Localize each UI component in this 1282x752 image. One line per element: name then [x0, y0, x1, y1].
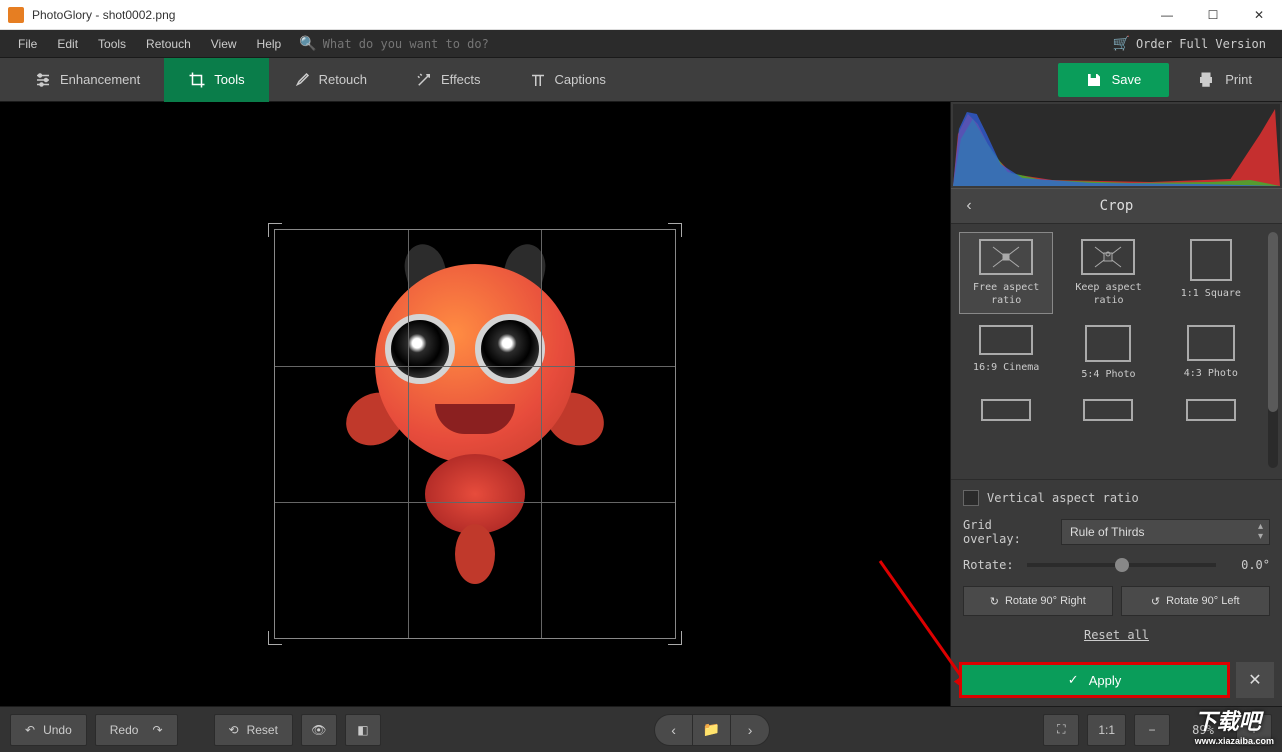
panel-title: Crop: [951, 198, 1282, 214]
print-icon: [1197, 71, 1215, 89]
apply-button[interactable]: ✓ Apply: [959, 662, 1230, 698]
brush-icon: [293, 71, 311, 89]
app-icon: [8, 7, 24, 23]
minimize-button[interactable]: —: [1144, 0, 1190, 30]
search-input[interactable]: [323, 37, 523, 51]
sliders-icon: [34, 71, 52, 89]
preset-free-aspect[interactable]: Free aspectratio: [959, 232, 1053, 314]
bottombar: ↶Undo Redo↷ ⟲Reset 👁 ◧ ‹ 📁 › ⛶ 1:1 − 89%…: [0, 706, 1282, 752]
rotate-value: 0.0°: [1230, 558, 1270, 572]
crop-controls: Vertical aspect ratio Grid overlay: Rule…: [951, 479, 1282, 662]
fit-icon: ⛶: [1057, 722, 1065, 737]
menu-tools[interactable]: Tools: [88, 33, 136, 55]
redo-button[interactable]: Redo↷: [95, 714, 178, 746]
preset-5-4-photo[interactable]: 5:4 Photo: [1061, 318, 1155, 388]
file-nav: ‹ 📁 ›: [654, 714, 770, 746]
rotate-90-right-button[interactable]: ↻Rotate 90° Right: [963, 586, 1113, 616]
tab-captions[interactable]: Captions: [505, 58, 630, 102]
tab-retouch[interactable]: Retouch: [269, 58, 391, 102]
menu-edit[interactable]: Edit: [47, 33, 88, 55]
zoom-1-1-button[interactable]: 1:1: [1087, 714, 1126, 746]
reset-all-link[interactable]: Reset all: [963, 628, 1270, 642]
crop-handle-bl[interactable]: [268, 631, 282, 645]
save-icon: [1086, 72, 1102, 88]
maximize-button[interactable]: ☐: [1190, 0, 1236, 30]
eye-icon: 👁: [311, 723, 326, 737]
window-title: PhotoGlory - shot0002.png: [32, 8, 1144, 22]
canvas-area[interactable]: [0, 102, 950, 706]
rotate-label: Rotate:: [963, 558, 1013, 572]
zoom-out-button[interactable]: −: [1134, 714, 1170, 746]
tab-tools[interactable]: Tools: [164, 58, 268, 102]
image-preview: [195, 124, 755, 684]
crop-presets: Free aspectratio Keep aspectratio 1:1 Sq…: [951, 224, 1282, 479]
menu-view[interactable]: View: [201, 33, 247, 55]
menu-retouch[interactable]: Retouch: [136, 33, 201, 55]
preset-more-1[interactable]: [959, 392, 1053, 434]
crop-handle-tr[interactable]: [668, 223, 682, 237]
menubar: File Edit Tools Retouch View Help 🔍 🛒 Or…: [0, 30, 1282, 58]
print-button[interactable]: Print: [1177, 63, 1272, 97]
reset-button[interactable]: ⟲Reset: [214, 714, 293, 746]
panel-header: ‹ Crop: [951, 188, 1282, 224]
presets-scrollbar[interactable]: [1268, 232, 1278, 468]
search-icon: 🔍: [299, 35, 316, 52]
slider-thumb[interactable]: [1115, 558, 1129, 572]
show-original-button[interactable]: 👁: [301, 714, 337, 746]
wand-icon: [415, 71, 433, 89]
grid-overlay-dropdown[interactable]: Rule of Thirds ▴▾: [1061, 519, 1270, 545]
compare-button[interactable]: ◧: [345, 714, 381, 746]
browse-button[interactable]: 📁: [693, 715, 731, 745]
close-button[interactable]: ✕: [1236, 0, 1282, 30]
undo-icon: ↶: [25, 723, 35, 737]
back-icon[interactable]: ‹: [951, 188, 987, 224]
crop-rectangle[interactable]: [274, 229, 676, 639]
preset-1-1-square[interactable]: 1:1 Square: [1164, 232, 1258, 314]
main-toolbar: Enhancement Tools Retouch Effects Captio…: [0, 58, 1282, 102]
preset-keep-aspect[interactable]: Keep aspectratio: [1061, 232, 1155, 314]
redo-icon: ↷: [152, 723, 162, 737]
text-icon: [529, 71, 547, 89]
preset-more-3[interactable]: [1164, 392, 1258, 434]
order-full-version-link[interactable]: Order Full Version: [1136, 37, 1266, 51]
tab-enhancement[interactable]: Enhancement: [10, 58, 164, 102]
rotate-left-icon: ↺: [1151, 595, 1160, 608]
rotate-slider[interactable]: [1027, 563, 1216, 567]
crop-handle-tl[interactable]: [268, 223, 282, 237]
next-image-button[interactable]: ›: [731, 715, 769, 745]
vertical-aspect-label: Vertical aspect ratio: [987, 491, 1139, 505]
window-titlebar: PhotoGlory - shot0002.png — ☐ ✕: [0, 0, 1282, 30]
histogram: [953, 104, 1280, 186]
rotate-90-left-button[interactable]: ↺Rotate 90° Left: [1121, 586, 1271, 616]
watermark: 下载吧 www.xiazaiba.com: [1195, 704, 1274, 746]
folder-icon: 📁: [703, 721, 720, 738]
undo-button[interactable]: ↶Undo: [10, 714, 87, 746]
chevron-updown-icon: ▴▾: [1258, 522, 1263, 542]
vertical-aspect-checkbox[interactable]: [963, 490, 979, 506]
prev-image-button[interactable]: ‹: [655, 715, 693, 745]
save-button[interactable]: Save: [1058, 63, 1170, 97]
preset-4-3-photo[interactable]: 4:3 Photo: [1164, 318, 1258, 388]
rotate-right-icon: ↻: [990, 595, 999, 608]
fit-screen-button[interactable]: ⛶: [1043, 714, 1079, 746]
check-icon: ✓: [1068, 672, 1079, 688]
menu-file[interactable]: File: [8, 33, 47, 55]
sidebar: ‹ Crop Free aspectratio Keep aspectratio…: [950, 102, 1282, 706]
crop-icon: [188, 71, 206, 89]
preset-16-9-cinema[interactable]: 16:9 Cinema: [959, 318, 1053, 388]
minus-icon: −: [1149, 723, 1156, 737]
tab-effects[interactable]: Effects: [391, 58, 505, 102]
preset-more-2[interactable]: [1061, 392, 1155, 434]
crop-handle-br[interactable]: [668, 631, 682, 645]
cart-icon: 🛒: [1113, 35, 1130, 52]
reset-icon: ⟲: [229, 723, 239, 737]
grid-overlay-label: Grid overlay:: [963, 518, 1053, 546]
menu-help[interactable]: Help: [247, 33, 292, 55]
split-icon: ◧: [357, 723, 368, 737]
cancel-button[interactable]: ✕: [1236, 662, 1274, 698]
